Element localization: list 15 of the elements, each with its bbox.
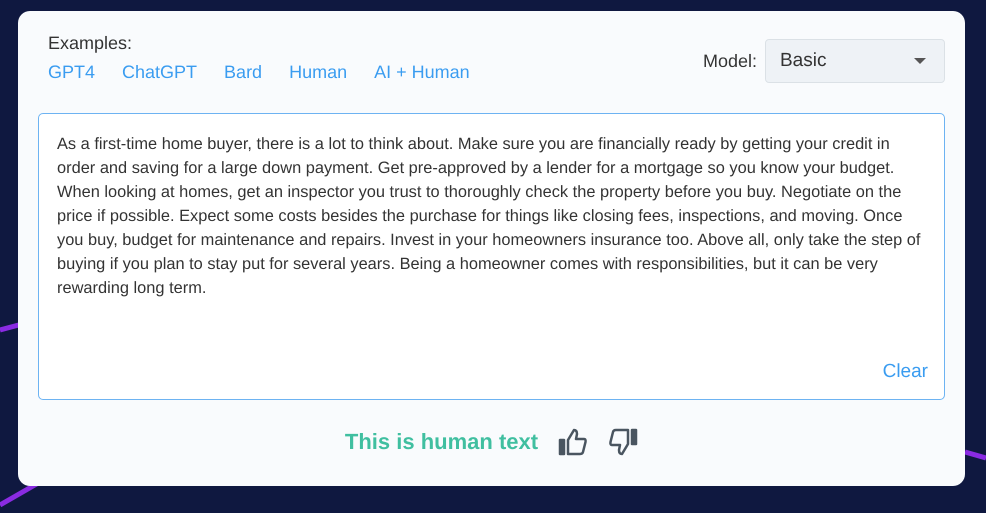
input-text: As a first-time home buyer, there is a lot to think about. Make sure you are financially ready by getting your credit in order and saving for a large down payment. Get pre-approved by a lender for a mortgage so you know your budget. When looking at homes, get an inspector you trust to thoroughly check the property before you buy. Negotiate on the price if possible. Expect some costs besides the purchase for things like closing fees, inspections, and moving. Once you buy, budget for maintenance and repairs. Invest in your homeowners insurance too. Above all, only take the step of buying if you plan to stay put for several years. Being a homeowner comes with responsibilities, but it can be very rewarding long term. <box>57 134 922 299</box>
example-link[interactable]: Human <box>289 62 348 83</box>
text-input-field[interactable] <box>38 113 945 400</box>
example-link[interactable]: ChatGPT <box>122 62 198 83</box>
thumbs-up-icon[interactable] <box>558 428 588 456</box>
example-link[interactable]: GPT4 <box>48 62 96 83</box>
thumbs-down-icon[interactable] <box>608 428 638 456</box>
model-label: Model: <box>702 50 757 72</box>
example-link[interactable]: AI + Human <box>374 62 470 83</box>
model-select[interactable]: Basic <box>765 39 945 83</box>
caret-icon <box>914 58 926 64</box>
examples-label: Examples: <box>48 33 134 54</box>
example-link[interactable]: Bard <box>224 62 262 83</box>
result-text: This is human text <box>344 429 538 455</box>
clear-button[interactable]: Clear <box>882 361 928 383</box>
